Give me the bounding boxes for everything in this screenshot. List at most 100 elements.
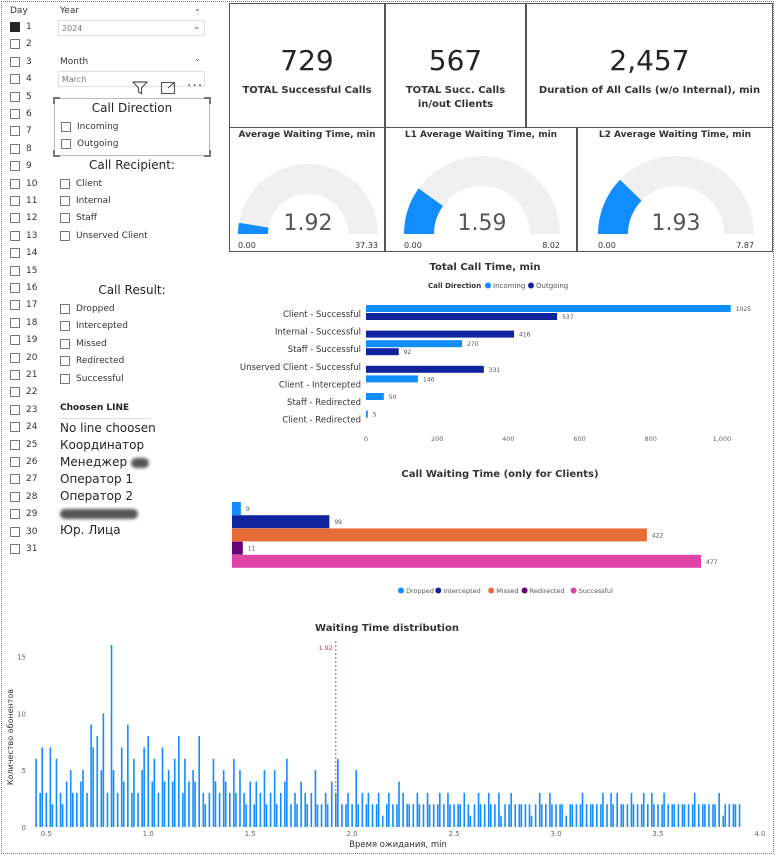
option-redirected[interactable]: Redirected	[60, 354, 124, 368]
checkbox[interactable]	[10, 491, 20, 502]
line-item-coordinator[interactable]: Координатор	[60, 438, 144, 452]
checkbox[interactable]	[10, 91, 20, 102]
resize-handle[interactable]	[53, 150, 60, 157]
checkbox[interactable]	[10, 74, 20, 85]
checkbox[interactable]	[10, 544, 20, 554]
checkbox[interactable]	[61, 122, 71, 132]
day-option[interactable]: 10	[10, 177, 37, 191]
checkbox[interactable]	[60, 356, 70, 366]
resize-handle[interactable]	[204, 150, 211, 157]
checkbox[interactable]	[60, 231, 70, 241]
chevron-down-icon[interactable]: ⌄	[194, 54, 201, 63]
checkbox[interactable]	[60, 179, 70, 189]
checkbox[interactable]	[10, 213, 20, 224]
day-option[interactable]: 22	[10, 385, 37, 399]
day-option[interactable]: 31	[10, 542, 37, 556]
checkbox[interactable]	[10, 317, 20, 328]
checkbox[interactable]	[10, 474, 20, 485]
day-option[interactable]: 3	[10, 55, 32, 69]
day-option[interactable]: 12	[10, 211, 37, 225]
day-option[interactable]: 13	[10, 229, 37, 243]
checkbox[interactable]	[10, 422, 20, 433]
day-option[interactable]: 6	[10, 107, 32, 121]
option-client[interactable]: Client	[60, 177, 102, 191]
day-option[interactable]: 20	[10, 351, 37, 365]
checkbox[interactable]	[10, 439, 20, 450]
day-option[interactable]: 5	[10, 90, 32, 104]
more-options-icon[interactable]: ···	[187, 79, 205, 94]
option-outgoing[interactable]: Outgoing	[61, 137, 118, 151]
checkbox[interactable]	[10, 404, 20, 415]
checkbox[interactable]	[10, 387, 20, 398]
day-option[interactable]: 1	[10, 20, 32, 34]
line-item-redacted[interactable]	[60, 506, 138, 520]
option-missed[interactable]: Missed	[60, 337, 107, 351]
day-option[interactable]: 15	[10, 264, 37, 278]
filter-icon[interactable]	[131, 80, 149, 95]
option-intercepted[interactable]: Intercepted	[60, 319, 128, 333]
option-internal[interactable]: Internal	[60, 194, 111, 208]
checkbox[interactable]	[10, 126, 20, 137]
checkbox[interactable]	[10, 370, 20, 380]
line-item-manager[interactable]: Менеджер	[60, 455, 149, 469]
day-option[interactable]: 28	[10, 490, 37, 504]
checkbox[interactable]	[10, 230, 20, 241]
checkbox[interactable]	[61, 139, 71, 149]
checkbox[interactable]	[10, 352, 20, 363]
day-option[interactable]: 11	[10, 194, 37, 208]
checkbox[interactable]	[60, 339, 70, 349]
checkbox[interactable]	[10, 22, 20, 32]
checkbox[interactable]	[10, 178, 20, 189]
day-option[interactable]: 4	[10, 72, 32, 86]
day-option[interactable]: 25	[10, 438, 37, 452]
checkbox[interactable]	[10, 56, 20, 67]
checkbox[interactable]	[60, 374, 70, 384]
line-item-operator-1[interactable]: Оператор 1	[60, 472, 133, 486]
day-option[interactable]: 18	[10, 316, 37, 330]
checkbox[interactable]	[10, 39, 20, 50]
checkbox[interactable]	[60, 321, 70, 331]
checkbox[interactable]	[10, 283, 20, 293]
checkbox[interactable]	[60, 213, 70, 223]
chevron-down-icon[interactable]: ⌄	[194, 4, 201, 13]
day-option[interactable]: 19	[10, 333, 37, 347]
day-option[interactable]: 26	[10, 455, 37, 469]
checkbox[interactable]	[10, 161, 20, 172]
day-option[interactable]: 23	[10, 403, 37, 417]
day-option[interactable]: 21	[10, 368, 37, 382]
day-option[interactable]: 8	[10, 142, 32, 156]
checkbox[interactable]	[10, 143, 20, 154]
day-option[interactable]: 24	[10, 420, 37, 434]
year-dropdown[interactable]: 2024 ⌄	[58, 20, 205, 36]
checkbox[interactable]	[10, 109, 20, 119]
checkbox[interactable]	[10, 248, 20, 259]
checkbox[interactable]	[10, 526, 20, 537]
day-option[interactable]: 16	[10, 281, 37, 295]
option-unserved-client[interactable]: Unserved Client	[60, 229, 148, 243]
legend-marker	[528, 282, 534, 289]
checkbox[interactable]	[10, 335, 20, 346]
day-option[interactable]: 17	[10, 298, 37, 312]
day-option[interactable]: 7	[10, 124, 32, 138]
focus-mode-icon[interactable]	[160, 80, 176, 95]
day-option[interactable]: 27	[10, 472, 37, 486]
line-item-operator-2[interactable]: Оператор 2	[60, 489, 133, 503]
day-option[interactable]: 30	[10, 525, 37, 539]
day-option[interactable]: 14	[10, 246, 37, 260]
line-item-legal-entities[interactable]: Юр. Лица	[60, 523, 121, 537]
checkbox[interactable]	[60, 196, 70, 206]
option-dropped[interactable]: Dropped	[60, 302, 115, 316]
checkbox[interactable]	[10, 300, 20, 311]
checkbox[interactable]	[10, 509, 20, 520]
option-staff[interactable]: Staff	[60, 211, 97, 225]
checkbox[interactable]	[10, 265, 20, 276]
day-option[interactable]: 29	[10, 507, 37, 521]
day-option[interactable]: 9	[10, 159, 32, 173]
option-incoming[interactable]: Incoming	[61, 120, 119, 134]
checkbox[interactable]	[10, 196, 20, 206]
checkbox[interactable]	[60, 304, 70, 314]
day-option[interactable]: 2	[10, 37, 32, 51]
option-successful[interactable]: Successful	[60, 372, 124, 386]
line-item-no-line[interactable]: No line choosen	[60, 421, 156, 435]
checkbox[interactable]	[10, 457, 20, 467]
